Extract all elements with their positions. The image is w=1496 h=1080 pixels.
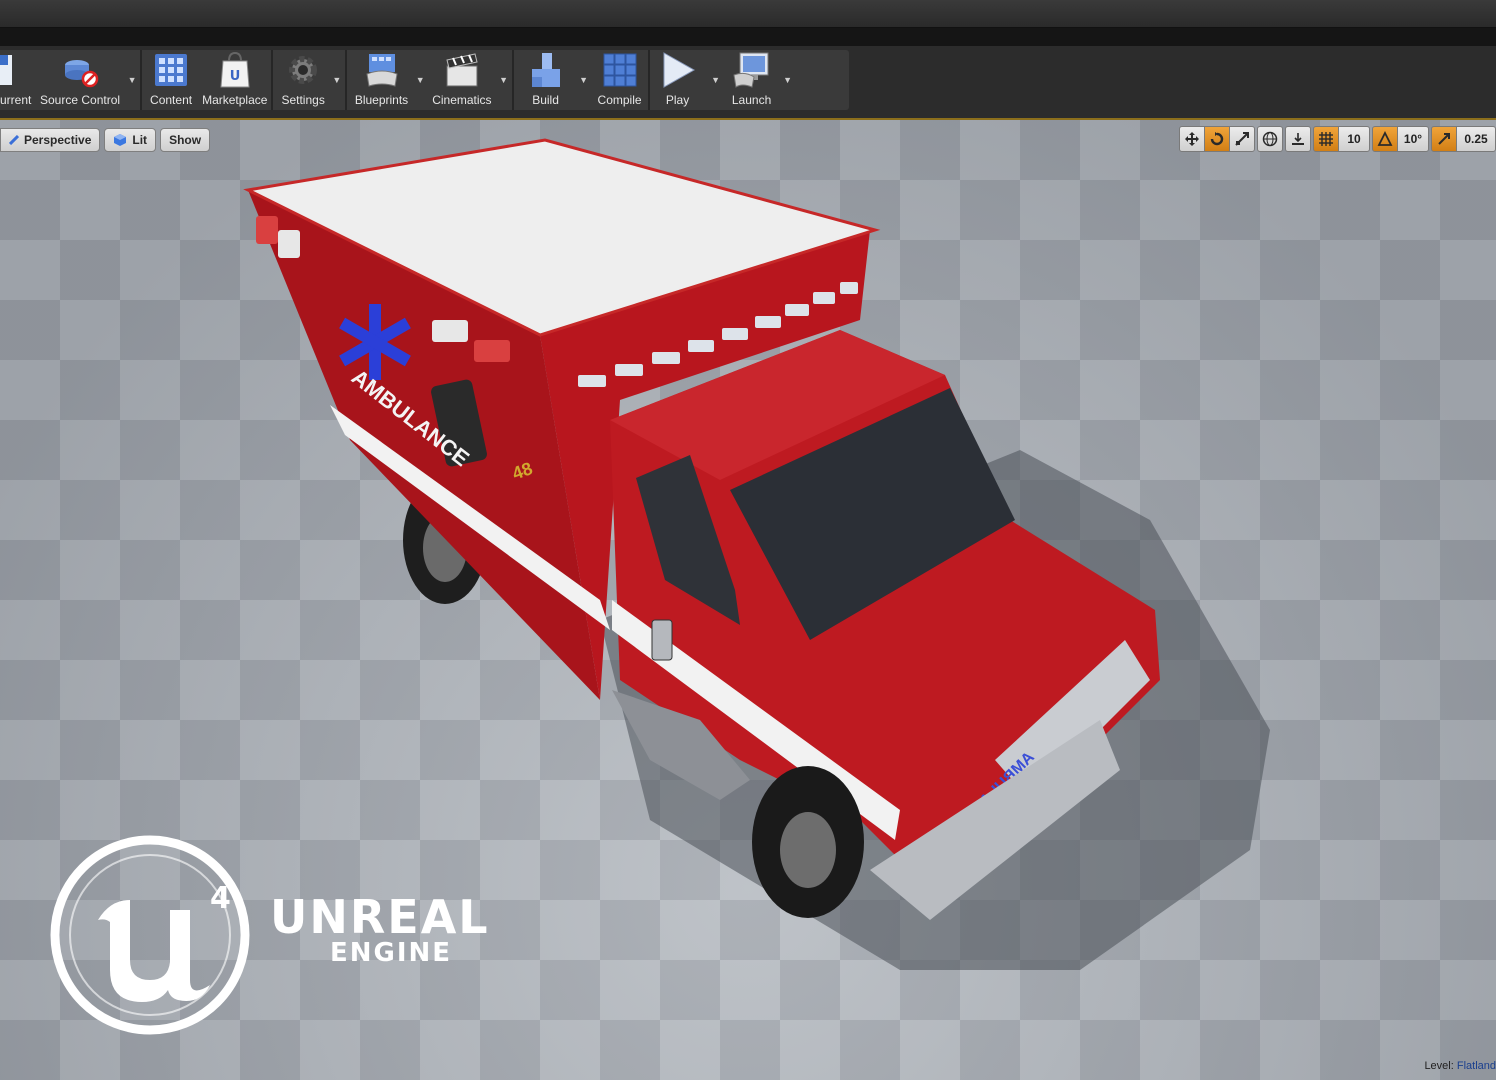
cinematics-button[interactable]: Cinematics xyxy=(428,50,495,110)
blueprints-button[interactable]: Blueprints xyxy=(347,50,412,110)
source-control-button[interactable]: Source Control xyxy=(36,50,124,110)
logo-superscript: 4 xyxy=(210,881,231,916)
marketplace-label: Marketplace xyxy=(202,93,268,107)
perspective-label: Perspective xyxy=(24,133,92,147)
toolbar-group-content: Content U Marketplace xyxy=(142,50,274,110)
cinematics-label: Cinematics xyxy=(432,93,492,107)
settings-button[interactable]: Settings xyxy=(273,50,328,110)
rotation-snap-value[interactable]: 10° xyxy=(1397,126,1429,152)
grid-snap-value[interactable]: 10 xyxy=(1338,126,1370,152)
grid-snap-group: 10 xyxy=(1313,126,1370,152)
main-toolbar: urrent Source Control ▼ Content U Market… xyxy=(0,50,849,110)
save-icon xyxy=(0,50,14,90)
save-current-button[interactable]: urrent xyxy=(0,50,36,110)
compile-button[interactable]: Compile xyxy=(592,50,648,110)
compile-label: Compile xyxy=(597,93,642,107)
launch-button[interactable]: Launch xyxy=(724,50,780,110)
rotation-snap-toggle[interactable] xyxy=(1372,126,1398,152)
rotate-mode-button[interactable] xyxy=(1204,126,1230,152)
translate-mode-button[interactable] xyxy=(1179,126,1205,152)
toolbar-group-blueprints: Blueprints ▼ Cinematics ▼ xyxy=(347,50,514,110)
launch-label: Launch xyxy=(731,93,772,107)
surface-snapping-button[interactable] xyxy=(1285,126,1311,152)
source-control-icon xyxy=(60,50,100,90)
level-name: Flatland xyxy=(1456,1060,1496,1072)
logo-wordmark-engine: ENGINE xyxy=(330,938,453,968)
save-current-label: urrent xyxy=(0,93,32,107)
toolbar-group-file: urrent Source Control ▼ xyxy=(0,50,143,110)
level-viewport[interactable]: AMBULANCE 48 AMBULANCE Pers xyxy=(0,118,1496,1080)
settings-dropdown-arrow[interactable]: ▼ xyxy=(329,50,345,110)
blueprints-dropdown-arrow[interactable]: ▼ xyxy=(412,50,428,110)
content-button[interactable]: Content xyxy=(142,50,198,110)
play-dropdown-arrow[interactable]: ▼ xyxy=(708,50,724,110)
lit-view-mode-button[interactable]: Lit xyxy=(104,128,157,152)
grid-icon xyxy=(1319,132,1333,146)
globe-icon xyxy=(1262,131,1278,147)
scale-snap-arrow-icon xyxy=(1438,133,1450,145)
scale-snap-group: 0.25 xyxy=(1431,126,1496,152)
logo-wordmark-unreal: UNREAL xyxy=(270,890,490,944)
lit-label: Lit xyxy=(132,133,148,147)
marketplace-bag-icon: U xyxy=(215,50,255,90)
launch-dropdown-arrow[interactable]: ▼ xyxy=(780,50,796,110)
scale-snap-value[interactable]: 0.25 xyxy=(1456,126,1496,152)
grid-snap-toggle[interactable] xyxy=(1313,126,1339,152)
build-dropdown-arrow[interactable]: ▼ xyxy=(576,50,592,110)
play-label: Play xyxy=(665,93,690,107)
window-title-bar xyxy=(0,0,1496,28)
angle-icon xyxy=(1377,131,1393,146)
viewport-options-left: Perspective Lit Show xyxy=(0,128,211,152)
toolbar-group-play: Play ▼ Launch ▼ xyxy=(650,50,796,110)
cinematics-dropdown-arrow[interactable]: ▼ xyxy=(496,50,512,110)
source-control-label: Source Control xyxy=(40,93,121,107)
lit-cube-icon xyxy=(114,134,127,146)
build-button[interactable]: Build xyxy=(514,50,576,110)
clapperboard-icon xyxy=(442,50,482,90)
surface-snap-icon xyxy=(1292,133,1304,145)
level-indicator: Level: Flatland xyxy=(1424,1060,1496,1072)
scale-mode-button[interactable] xyxy=(1229,126,1255,152)
blueprint-controller-icon xyxy=(362,50,402,90)
content-label: Content xyxy=(150,93,193,107)
side-mirror xyxy=(651,619,673,661)
scale-snap-toggle[interactable] xyxy=(1431,126,1457,152)
show-label: Show xyxy=(169,133,202,147)
toolbar-group-build: Build ▼ Compile xyxy=(514,50,650,110)
toolbar-group-settings: Settings ▼ xyxy=(273,50,347,110)
scale-arrow-icon xyxy=(1235,132,1249,146)
viewport-transform-toolbar: 10 10° 0.25 xyxy=(1179,126,1496,152)
front-hubcap xyxy=(780,812,836,888)
marketplace-button[interactable]: U Marketplace xyxy=(198,50,271,110)
blueprints-label: Blueprints xyxy=(354,93,409,107)
perspective-icon xyxy=(9,135,19,145)
play-icon xyxy=(658,50,698,90)
gear-icon xyxy=(283,50,323,90)
transform-mode-group xyxy=(1179,126,1255,152)
show-flags-button[interactable]: Show xyxy=(160,128,211,152)
svg-text:U: U xyxy=(229,69,240,84)
source-control-dropdown-arrow[interactable]: ▼ xyxy=(124,50,140,110)
tab-strip xyxy=(0,28,1496,46)
world-local-toggle[interactable] xyxy=(1257,126,1283,152)
rotation-snap-group: 10° xyxy=(1372,126,1429,152)
level-label: Level: xyxy=(1424,1060,1454,1072)
perspective-button[interactable]: Perspective xyxy=(0,128,101,152)
play-button[interactable]: Play xyxy=(650,50,708,110)
build-label: Build xyxy=(532,93,559,107)
launch-monitor-icon xyxy=(732,50,772,90)
content-grid-icon xyxy=(151,50,191,90)
compile-cubes-icon xyxy=(600,50,640,90)
rotate-icon xyxy=(1210,132,1224,146)
translate-arrows-icon xyxy=(1185,132,1199,146)
build-blocks-icon xyxy=(526,50,566,90)
settings-label: Settings xyxy=(281,93,325,107)
unreal-engine-logo-mark: 4 xyxy=(50,835,250,1035)
